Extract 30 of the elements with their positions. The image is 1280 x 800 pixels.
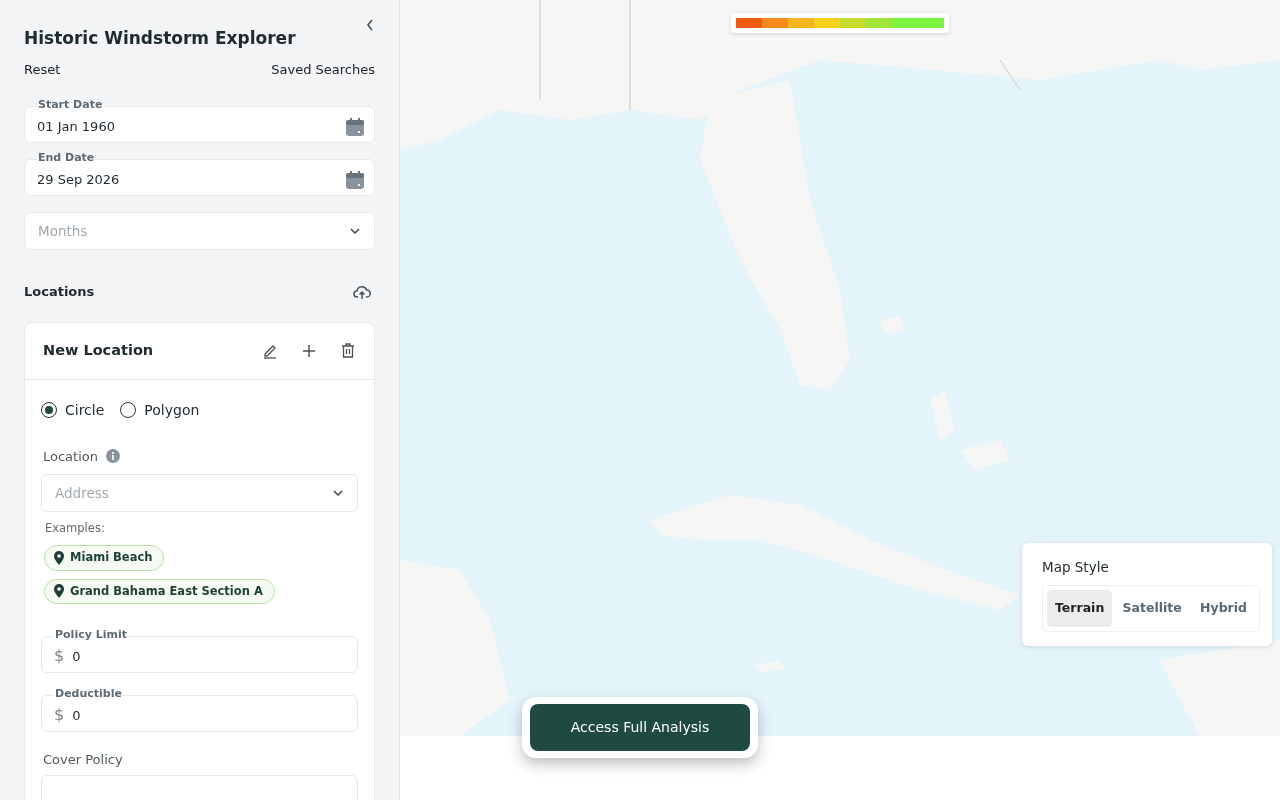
field-label: Policy Limit [54, 627, 128, 642]
app-title: Historic Windstorm Explorer [24, 27, 296, 50]
currency-field[interactable]: Policy Limit $ 0 [41, 627, 358, 673]
placeholder-text: Months [38, 221, 88, 241]
map-style-tab[interactable]: Hybrid [1192, 590, 1255, 627]
currency-symbol: $ [54, 645, 65, 668]
panel-title: Map Style [1042, 558, 1110, 577]
date-input[interactable]: 01 Jan 1960 [37, 116, 345, 137]
field-label: Location [43, 447, 98, 466]
examples-label: Examples: [45, 520, 106, 537]
radio-option[interactable]: Circle [41, 399, 105, 421]
placeholder-text: Address [55, 483, 109, 503]
reset-link[interactable]: Reset [24, 59, 61, 79]
example-chip[interactable]: Grand Bahama East Section A [44, 578, 275, 604]
date-field[interactable]: Start Date 01 Jan 1960 [24, 98, 375, 143]
card-title: New Location [43, 340, 155, 360]
map-style-tab[interactable]: Terrain [1047, 590, 1113, 627]
amount-input[interactable]: 0 [72, 646, 348, 666]
saved-searches-link[interactable]: Saved Searches [271, 59, 375, 79]
analysis-button[interactable]: Access Full Analysis [530, 704, 750, 751]
radio-option[interactable]: Polygon [120, 399, 200, 421]
section-title: Locations [24, 283, 95, 301]
date-field[interactable]: End Date 29 Sep 2026 [24, 151, 375, 196]
currency-symbol: $ [54, 704, 65, 727]
amount-input[interactable]: 0 [72, 705, 348, 725]
map-style-tab[interactable]: Satellite [1114, 590, 1190, 627]
currency-field[interactable]: Deductible $ 0 [41, 686, 358, 732]
date-input[interactable]: 29 Sep 2026 [37, 169, 345, 190]
field-label: Cover Policy [43, 750, 124, 769]
example-chip[interactable]: Miami Beach [44, 545, 165, 571]
